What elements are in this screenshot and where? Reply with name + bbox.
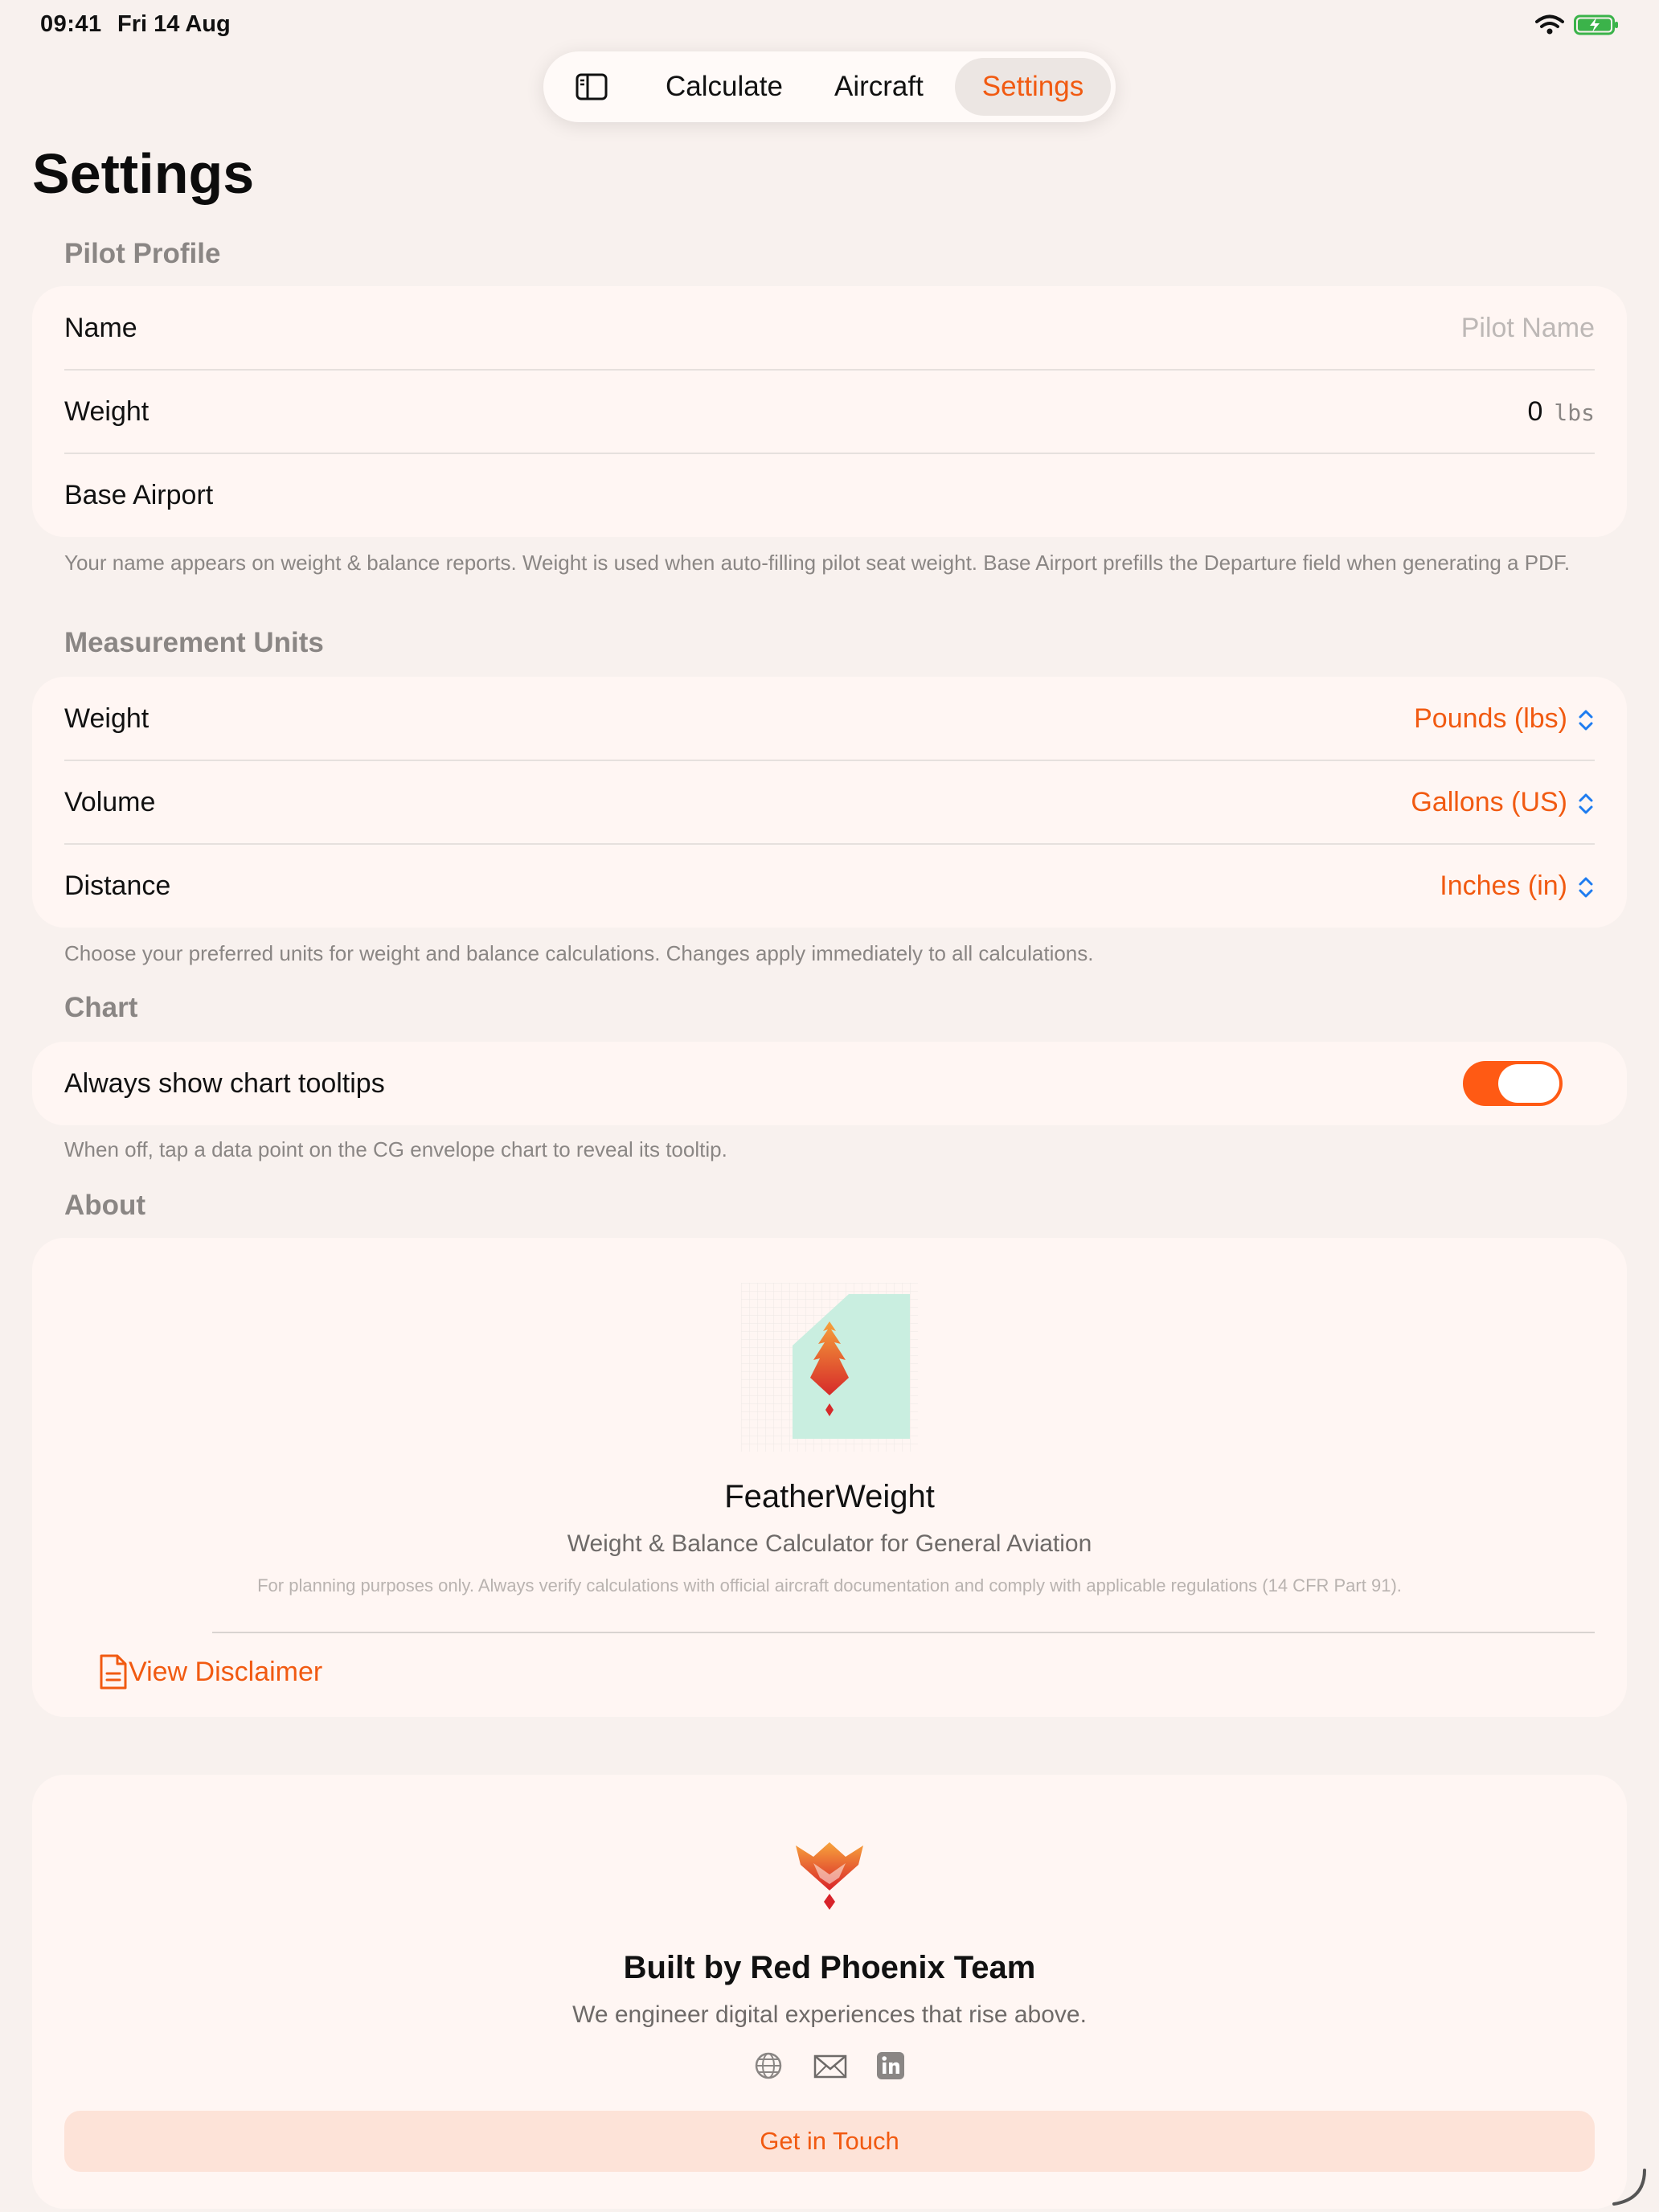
name-row[interactable]: Name Pilot Name — [64, 286, 1627, 370]
weight-unit: lbs — [1554, 399, 1595, 426]
mail-icon[interactable] — [813, 2051, 847, 2080]
section-header-chart: Chart — [64, 992, 138, 1023]
name-label: Name — [64, 313, 137, 343]
tooltips-label: Always show chart tooltips — [64, 1068, 385, 1099]
battery-charging-icon — [1574, 14, 1618, 35]
chevron-up-down-icon — [1579, 793, 1593, 814]
tooltips-toggle[interactable] — [1463, 1061, 1563, 1106]
app-legal-notice: For planning purposes only. Always verif… — [257, 1575, 1402, 1596]
distance-unit-value: Inches (in) — [1440, 870, 1567, 901]
distance-unit-label: Distance — [64, 870, 171, 901]
weight-unit-value: Pounds (lbs) — [1414, 703, 1567, 734]
team-name: Built by Red Phoenix Team — [623, 1950, 1036, 1985]
chart-footnote: When off, tap a data point on the CG env… — [64, 1137, 727, 1161]
weight-unit-row[interactable]: Weight Pounds (lbs) — [64, 677, 1627, 760]
measurement-units-card: Weight Pounds (lbs) Volume Gallons (US) … — [32, 677, 1627, 928]
pilot-profile-footnote: Your name appears on weight & balance re… — [64, 551, 1571, 575]
tab-aircraft[interactable]: Aircraft — [834, 51, 924, 122]
distance-unit-picker[interactable]: Inches (in) — [1440, 844, 1595, 928]
wifi-icon — [1535, 14, 1564, 35]
pilot-profile-card: Name Pilot Name Weight 0 lbs Base Airport — [32, 286, 1627, 537]
app-subtitle: Weight & Balance Calculator for General … — [567, 1530, 1092, 1557]
weight-row[interactable]: Weight 0 lbs — [64, 370, 1627, 453]
app-name: FeatherWeight — [724, 1479, 935, 1514]
about-card: FeatherWeight Weight & Balance Calculato… — [32, 1238, 1627, 1717]
resize-handle-icon[interactable] — [1609, 2167, 1649, 2207]
featherweight-logo-icon — [741, 1283, 918, 1452]
divider — [212, 1632, 1595, 1633]
base-airport-row[interactable]: Base Airport — [64, 453, 1627, 537]
tooltips-row: Always show chart tooltips — [64, 1042, 1627, 1125]
distance-unit-row[interactable]: Distance Inches (in) — [64, 844, 1627, 928]
section-header-measurement-units: Measurement Units — [64, 627, 324, 658]
weight-field[interactable]: 0 lbs — [1528, 370, 1596, 455]
chart-card: Always show chart tooltips — [32, 1042, 1627, 1125]
tab-bar: Calculate Aircraft Settings — [543, 51, 1116, 122]
page-title: Settings — [32, 142, 255, 205]
volume-unit-picker[interactable]: Gallons (US) — [1411, 760, 1595, 844]
weight-value: 0 — [1527, 396, 1543, 427]
view-disclaimer-label: View Disclaimer — [129, 1657, 323, 1687]
globe-icon[interactable] — [754, 2051, 783, 2080]
team-tagline: We engineer digital experiences that ris… — [572, 2001, 1087, 2028]
weight-label: Weight — [64, 396, 150, 427]
status-bar: 09:41 Fri 14 Aug — [0, 0, 1659, 51]
weight-unit-picker[interactable]: Pounds (lbs) — [1414, 677, 1595, 760]
volume-unit-label: Volume — [64, 787, 156, 817]
red-phoenix-logo-icon — [796, 1842, 863, 1910]
weight-unit-label: Weight — [64, 703, 150, 734]
document-icon — [100, 1654, 127, 1690]
tab-settings[interactable]: Settings — [955, 58, 1111, 116]
linkedin-icon[interactable] — [876, 2051, 905, 2080]
volume-unit-row[interactable]: Volume Gallons (US) — [64, 760, 1627, 844]
team-card: Built by Red Phoenix Team We engineer di… — [32, 1775, 1627, 2209]
tab-calculate[interactable]: Calculate — [666, 51, 783, 122]
social-links — [32, 2051, 1627, 2083]
toggle-knob — [1498, 1064, 1559, 1103]
chevron-up-down-icon — [1579, 710, 1593, 731]
base-airport-label: Base Airport — [64, 480, 214, 510]
status-date: Fri 14 Aug — [117, 11, 231, 37]
get-in-touch-button[interactable]: Get in Touch — [64, 2111, 1595, 2172]
section-header-pilot-profile: Pilot Profile — [64, 238, 221, 269]
section-header-about: About — [64, 1190, 146, 1221]
volume-unit-value: Gallons (US) — [1411, 787, 1567, 817]
status-time: 09:41 — [40, 11, 102, 37]
sidebar-icon[interactable] — [576, 72, 608, 101]
chevron-up-down-icon — [1579, 877, 1593, 898]
measurement-units-footnote: Choose your preferred units for weight a… — [64, 941, 1094, 965]
name-field[interactable]: Pilot Name — [1461, 286, 1595, 370]
